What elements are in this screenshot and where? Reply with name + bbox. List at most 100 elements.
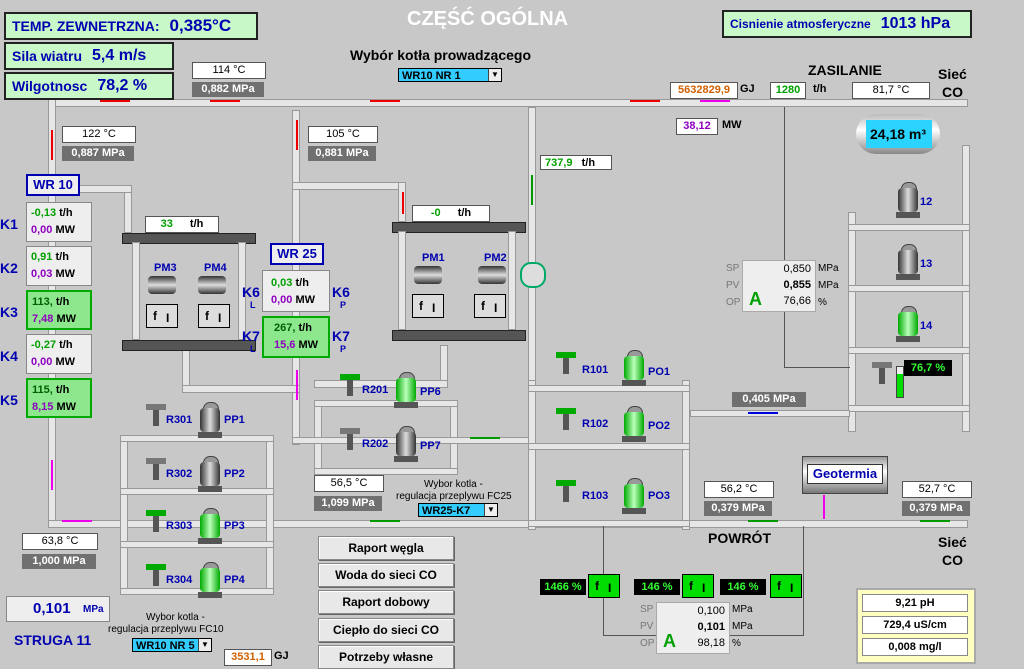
- pm3-pump-icon[interactable]: [148, 276, 176, 294]
- r302-valve-icon[interactable]: [146, 458, 166, 482]
- k7-left-sub: L: [250, 344, 256, 354]
- ctrl-bottom-panel[interactable]: 0,100 0,101 98,18 A: [656, 602, 730, 654]
- pp1-pump-icon[interactable]: [198, 402, 222, 438]
- geotermia-unit[interactable]: Geotermia: [802, 456, 888, 494]
- ctrl-top-panel[interactable]: 0,850 0,855 76,66 A: [742, 260, 816, 312]
- pm34-bottom-bar: [122, 340, 256, 351]
- k3-label: K3: [0, 304, 18, 320]
- return-siec-label: Sieć: [938, 534, 967, 550]
- fc10-select[interactable]: WR10 NR 5 ▼: [132, 638, 212, 652]
- regulating-valve-icon[interactable]: [872, 362, 892, 386]
- po3-pump-icon[interactable]: [622, 478, 646, 514]
- wr10-out-press-value: 0,882 MPa: [201, 83, 255, 95]
- wr10-in-temp: 122 °C: [62, 126, 136, 143]
- signal-line-1: [784, 107, 785, 367]
- pm4-fi-icon[interactable]: fI: [198, 304, 230, 328]
- wind-panel: Sila wiatru 5,4 m/s: [4, 42, 174, 70]
- fi-146a-icon[interactable]: fI: [682, 574, 714, 598]
- pm1-pump-icon[interactable]: [414, 266, 442, 284]
- flow-arrow-red-v3: [402, 192, 404, 214]
- pm4-pump-icon[interactable]: [198, 276, 226, 294]
- boiler-select[interactable]: WR10 NR 1 ▼: [398, 68, 502, 82]
- po-row1: [528, 385, 690, 392]
- flow-arrow-green-3: [748, 520, 778, 522]
- wr10-out-press: 0,882 MPa: [192, 82, 264, 97]
- flow-arrow-green-2: [370, 520, 400, 522]
- flow-arrow-red-v2: [296, 120, 298, 150]
- k3-flow: 113,: [32, 296, 53, 308]
- fi-1466-icon[interactable]: fI: [588, 574, 620, 598]
- temperature-label: TEMP. ZEWNETRZNA:: [12, 18, 160, 34]
- mid-flow-unit: t/h: [581, 157, 596, 169]
- fi-i: I: [432, 301, 436, 315]
- pressure-value: 1013 hPa: [880, 15, 951, 32]
- struga-pressure: 0,101 MPa: [6, 596, 110, 622]
- k6-right-label: K6: [332, 284, 350, 300]
- chevron-down-icon[interactable]: ▼: [198, 639, 211, 651]
- pp4-pump-icon[interactable]: [198, 562, 222, 598]
- coal-report-button[interactable]: Raport węgla: [318, 536, 454, 560]
- k6-readout: 0,03 t/h 0,00 MW: [262, 270, 330, 312]
- flow-arrow-magenta-1: [700, 100, 730, 102]
- r304-valve-icon[interactable]: [146, 564, 166, 588]
- heat-to-network-button[interactable]: Ciepło do sieci CO: [318, 618, 454, 642]
- r301-valve-icon[interactable]: [146, 404, 166, 428]
- flow-arrow-red-1: [100, 100, 130, 102]
- pump-14-icon[interactable]: [896, 306, 920, 342]
- pp3-pump-icon[interactable]: [198, 508, 222, 544]
- temperature-panel: TEMP. ZEWNETRZNA: 0,385°C: [4, 12, 258, 40]
- wr25-return-press: 1,099 MPa: [314, 496, 382, 511]
- supply-flow-value: 1280: [775, 84, 801, 96]
- pump-12-icon[interactable]: [896, 182, 920, 218]
- ctrl-top-pv: 0,855: [783, 279, 811, 291]
- wr10-return-press-value: 1,000 MPa: [32, 555, 86, 567]
- fc25-label-2: regulacja przeplywu FC25: [396, 491, 512, 502]
- fi-f: f: [689, 579, 693, 593]
- r103-valve-icon[interactable]: [556, 480, 576, 504]
- ctrl-bottom-pv-label: PV: [640, 621, 654, 632]
- k6-power: 0,00: [271, 294, 293, 306]
- pm2-label: PM2: [484, 252, 507, 264]
- po1-pump-icon[interactable]: [622, 350, 646, 386]
- mid-pressure: 0,405 MPa: [732, 392, 806, 407]
- r202-valve-icon[interactable]: [340, 428, 360, 452]
- fc25-select[interactable]: WR25-K7 ▼: [418, 503, 498, 517]
- pm3-fi-icon[interactable]: fI: [146, 304, 178, 328]
- butterfly-valve-icon[interactable]: [520, 262, 546, 288]
- fi-146b-icon[interactable]: fI: [770, 574, 802, 598]
- fi-i: I: [494, 301, 498, 315]
- own-needs-button[interactable]: Potrzeby własne: [318, 645, 454, 669]
- signal-line-2: [784, 367, 850, 368]
- pp2-pump-icon[interactable]: [198, 456, 222, 492]
- chevron-down-icon[interactable]: ▼: [488, 69, 501, 81]
- po2-pump-icon[interactable]: [622, 406, 646, 442]
- pm2-fi-icon[interactable]: fI: [474, 294, 506, 318]
- ctrl-bottom-op-unit: %: [732, 638, 741, 649]
- water-to-network-button[interactable]: Woda do sieci CO: [318, 563, 454, 587]
- pump-13-icon[interactable]: [896, 244, 920, 280]
- daily-report-button[interactable]: Raport dobowy: [318, 590, 454, 614]
- pm1-fi-icon[interactable]: fI: [412, 294, 444, 318]
- tank-value: 24,18 m³: [870, 126, 927, 142]
- pp6-pump-icon[interactable]: [394, 372, 418, 408]
- k7-flow-unit: t/h: [298, 322, 312, 334]
- pp6-label: PP6: [420, 386, 441, 398]
- pm2-pump-icon[interactable]: [478, 266, 506, 284]
- flow-arrow-green-1: [470, 437, 500, 439]
- pp7-pump-icon[interactable]: [394, 426, 418, 462]
- r102-valve-icon[interactable]: [556, 408, 576, 432]
- r201-valve-icon[interactable]: [340, 374, 360, 398]
- r101-valve-icon[interactable]: [556, 352, 576, 376]
- k4-label: K4: [0, 348, 18, 364]
- chevron-down-icon[interactable]: ▼: [484, 504, 497, 516]
- ctrl-top-op-label: OP: [726, 297, 741, 308]
- pm3-down-link: [182, 350, 190, 390]
- r101-label: R101: [582, 364, 609, 376]
- right-row3: [848, 347, 970, 354]
- pump-14-label: 14: [920, 320, 933, 332]
- r303-valve-icon[interactable]: [146, 510, 166, 534]
- k7-power-unit: MW: [298, 339, 319, 351]
- ctrl-bottom-mode: A: [663, 631, 676, 651]
- supply-siec-label: Sieć: [938, 66, 967, 82]
- k6-right-sub: P: [340, 300, 347, 310]
